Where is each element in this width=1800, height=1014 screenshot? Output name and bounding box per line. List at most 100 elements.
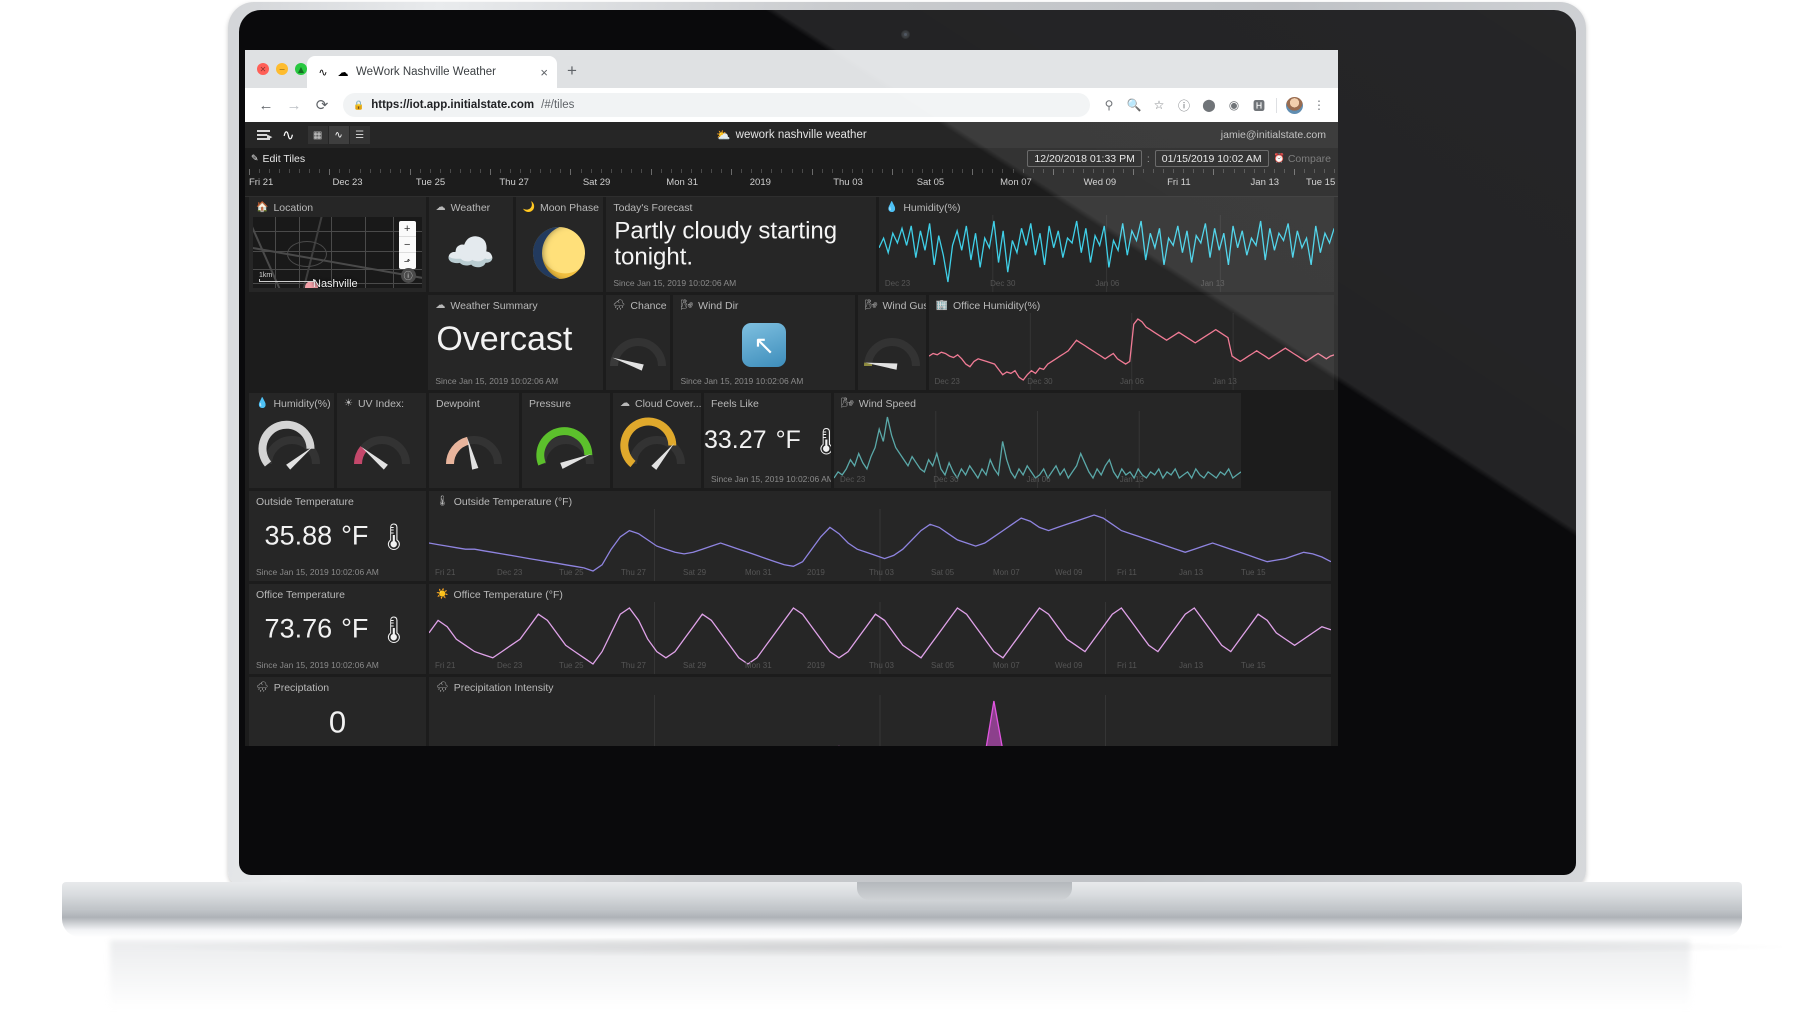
tile-label: Weather Summary [450, 300, 538, 312]
tile-pressure[interactable]: Pressure [522, 393, 610, 488]
address-bar[interactable]: 🔒 https://iot.app.initialstate.com /#/til… [343, 93, 1090, 117]
tile-humidity-graph[interactable]: 💧 Humidity(%) Dec 23 Dec 30 Jan 06 Jan 13 [878, 197, 1335, 292]
tile-office-temperature-graph[interactable]: ☀️ Office Temperature (°F) Fri 21 Dec 23 T… [429, 584, 1331, 674]
cloud-icon: ☁ [435, 202, 446, 213]
tile-chance[interactable]: 🌧 Chance (%) [605, 295, 671, 390]
tab-waves-view[interactable]: ∿ [328, 126, 350, 144]
tile-location[interactable]: 🏠 Location + − ⬏ Nashville 1km ⓘ [249, 197, 426, 292]
gauge-chance [606, 317, 671, 384]
forward-icon[interactable]: → [281, 92, 307, 118]
tile-outside-temperature[interactable]: Outside Temperature 35.88 °F 🌡 Since Jan… [249, 491, 426, 581]
outside-temperature-value: 35.88 °F 🌡 [249, 522, 426, 550]
tile-header: Today's Forecast [613, 202, 692, 214]
tile-feels-like[interactable]: Feels Like 33.27 °F 🌡 Since Jan 15, 2019… [704, 393, 831, 488]
compare-button[interactable]: ⏰ Compare [1274, 153, 1331, 165]
sun-icon: ☀️ [436, 589, 449, 600]
value-number: 73.76 [264, 613, 333, 644]
map-canvas[interactable]: + − ⬏ Nashville 1km ⓘ [253, 217, 422, 288]
timeline-ruler[interactable]: Fri 21 Dec 23 Tue 25 Thu 27 Sat 29 Mon 31 2019… [245, 169, 1338, 197]
weather-art: ☁️ [429, 217, 513, 288]
sparkline-axis-label: Fri 11 [1117, 661, 1137, 670]
tile-label: Preciptation [273, 682, 330, 694]
maximize-window-button[interactable]: ▲ [295, 63, 307, 75]
tile-header: 🌧 Precipitation Intensity [436, 682, 554, 694]
cloud-icon: ☁ [435, 300, 446, 311]
since-label: Since Jan 15, 2019 10:02:06 AM [256, 567, 379, 577]
extension-circle-icon[interactable]: ◉ [1223, 94, 1245, 116]
tab-lines-view[interactable]: ☰ [349, 126, 371, 144]
tile-cloud-cover[interactable]: ☁ Cloud Cover... [613, 393, 701, 488]
feels-like-value: 33.27 °F 🌡 [704, 428, 831, 454]
tile-row: Outside Temperature 35.88 °F 🌡 Since Jan… [249, 491, 1334, 581]
tile-uv-index[interactable]: ☀ UV Index: [337, 393, 426, 488]
ruler-label: Sat 29 [582, 177, 611, 188]
avatar[interactable] [1283, 94, 1305, 116]
tile-precipitation[interactable]: 🌧 Preciptation 0 Since Jan 15, 2019 10:0… [249, 677, 426, 746]
map-compass-button[interactable]: ⬏ [399, 253, 416, 269]
since-label: Since Jan 15, 2019 10:02:06 AM [711, 474, 831, 484]
info-circle-icon[interactable]: ⓘ [1173, 94, 1195, 116]
zoom-out-icon[interactable]: 🔍 [1123, 94, 1145, 116]
tab-title: WeWork Nashville Weather [356, 66, 496, 78]
close-icon[interactable]: × [540, 66, 548, 79]
url-path: /#/tiles [541, 99, 575, 111]
lock-icon: 🔒 [353, 99, 365, 110]
range-start-input[interactable]: 12/20/2018 01:33 PM [1027, 150, 1142, 167]
tile-office-humidity[interactable]: 🏢 Office Humidity(%) Dec 23 Dec 30 Jan 06 J… [928, 295, 1335, 390]
tile-todays-forecast[interactable]: Today's Forecast Partly cloudy starting … [606, 197, 876, 292]
tile-header: ☁ Weather [436, 202, 491, 214]
back-icon[interactable]: ← [253, 92, 279, 118]
gauge-pressure [522, 415, 610, 482]
key-icon[interactable]: ⚲ [1098, 94, 1120, 116]
rain-icon: 🌧 [436, 682, 449, 693]
sparkline-axis-label: Tue 15 [1241, 568, 1266, 577]
tile-dewpoint[interactable]: Dewpoint [429, 393, 519, 488]
map-zoom-in-button[interactable]: + [398, 221, 416, 237]
tile-label: Moon Phase [539, 202, 599, 214]
tile-outside-temperature-graph[interactable]: 🌡 Outside Temperature (°F) Fri 21 Dec 23 T… [429, 491, 1331, 581]
sparkline-axis-label: Dec 23 [934, 377, 960, 386]
tile-label: Wind Dir [698, 300, 739, 312]
browser-tab[interactable]: ∿ ☁ WeWork Nashville Weather × [307, 56, 557, 88]
browser-window: ✕ − ▲ ∿ ☁ WeWork Nashville Weather × + ←… [245, 50, 1338, 746]
browser-menu-icon[interactable]: ⋮ [1308, 94, 1330, 116]
map-zoom-out-button[interactable]: − [398, 237, 416, 253]
toolbar-icons: ⚲ 🔍 ☆ ⓘ ⬤ ◉ 🅷 ⋮ [1098, 94, 1330, 116]
edit-tiles-button[interactable]: ✎ Edit Tiles [251, 153, 305, 165]
new-tab-button[interactable]: + [567, 62, 577, 79]
tile-wind-speed[interactable]: 🌬 Wind Speed Dec 23 Dec 30 Jan 06 Jan 13 [834, 393, 1241, 488]
range-end-input[interactable]: 01/15/2019 10:02 AM [1154, 150, 1269, 167]
sparkline-axis-label: Thu 03 [869, 661, 894, 670]
tile-wind-dir[interactable]: 🌬 Wind Dir ↖ Since Jan 15, 2019 10:02:06… [673, 295, 855, 390]
tile-office-temperature[interactable]: Office Temperature 73.76 °F 🌡 Since Jan … [249, 584, 426, 674]
map-zoom-controls[interactable]: + − ⬏ [398, 221, 416, 269]
tile-header: 🌧 Chance (%) [613, 300, 671, 312]
tile-label: Wind Speed [858, 398, 916, 410]
tile-weather[interactable]: ☁ Weather ☁️ [428, 197, 513, 292]
tile-humidity-gauge[interactable]: 💧 Humidity(%) [249, 393, 334, 488]
star-icon[interactable]: ☆ [1148, 94, 1170, 116]
tile-header: 💧 Humidity(%) [886, 202, 961, 214]
tile-weather-summary[interactable]: ☁ Weather Summary Overcast Since Jan 15,… [428, 295, 603, 390]
tile-header: 🏢 Office Humidity(%) [936, 300, 1041, 312]
tile-wind-gust[interactable]: 🌬 Wind Gust [857, 295, 926, 390]
ruler-label: 2019 [749, 177, 771, 188]
chevron-right-icon: ▶ [267, 134, 273, 141]
ruler-label: Sat 05 [916, 177, 945, 188]
sparkline-axis-label: Jan 06 [1120, 377, 1145, 386]
tab-tiles-view[interactable]: ▦ [307, 126, 329, 144]
since-label: Since Jan 15, 2019 10:02:06 AM [680, 376, 804, 386]
moon-art [516, 217, 604, 288]
minimize-window-button[interactable]: − [276, 63, 288, 75]
reload-icon[interactable]: ⟳ [309, 92, 335, 118]
tile-row: 🌧 Preciptation 0 Since Jan 15, 2019 10:0… [249, 677, 1334, 746]
initialstate-logo[interactable]: ∿ [282, 126, 295, 144]
map-info-icon[interactable]: ⓘ [400, 268, 416, 283]
tile-moon-phase[interactable]: 🌙 Moon Phase [515, 197, 604, 292]
account-email[interactable]: jamie@initialstate.com [1221, 129, 1326, 141]
close-window-button[interactable]: ✕ [257, 63, 269, 75]
tile-precipitation-intensity[interactable]: 🌧 Precipitation Intensity Fri 21Dec 23Tu… [429, 677, 1331, 746]
sparkline-axis-label: Sat 29 [683, 661, 707, 670]
extension-gray-icon[interactable]: ⬤ [1198, 94, 1220, 116]
grammarly-icon[interactable]: 🅷 [1248, 94, 1270, 116]
